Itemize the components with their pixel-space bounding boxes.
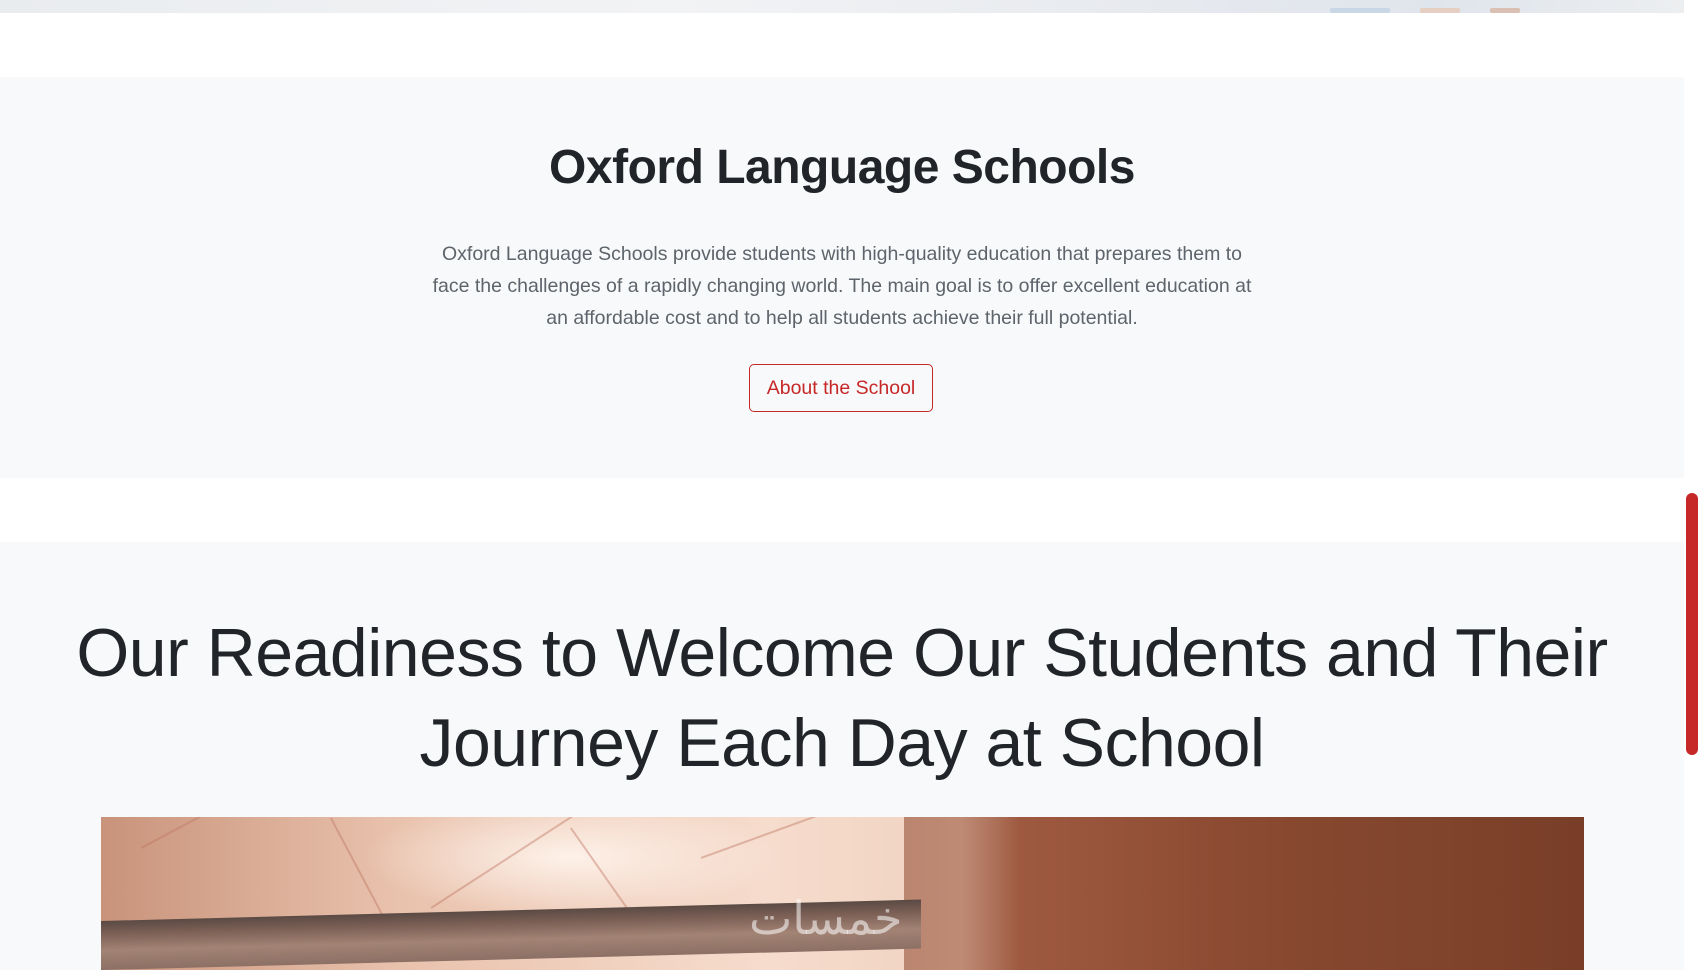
about-title: Oxford Language Schools [549, 141, 1135, 194]
readiness-title: Our Readiness to Welcome Our Students an… [76, 615, 1608, 781]
about-description: Oxford Language Schools provide students… [432, 243, 1252, 329]
about-the-school-button[interactable]: About the School [749, 364, 933, 412]
watermark-logo: خمسات [749, 891, 903, 945]
page: Oxford Language Schools Oxford Language … [0, 0, 1700, 970]
readiness-image: خمسات [101, 817, 1584, 970]
scrollbar-thumb[interactable] [1686, 493, 1698, 755]
about-section: Oxford Language Schools Oxford Language … [0, 77, 1684, 478]
readiness-section: Our Readiness to Welcome Our Students an… [0, 542, 1684, 970]
previous-section-image-edge [0, 0, 1684, 13]
